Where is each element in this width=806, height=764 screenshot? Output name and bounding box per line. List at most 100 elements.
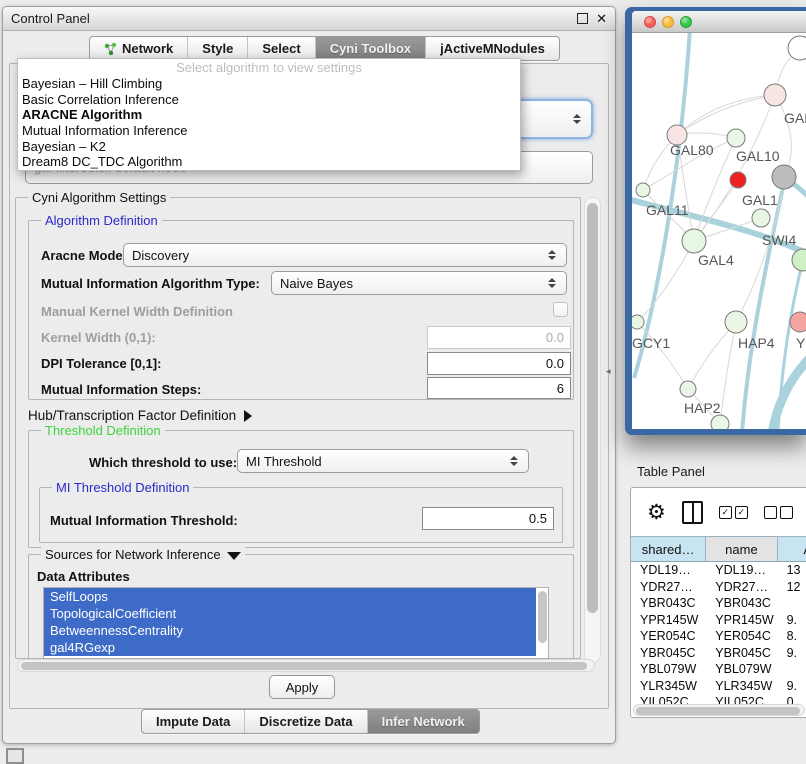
- algorithm-option[interactable]: Bayesian – K2: [18, 139, 520, 155]
- column-header-name[interactable]: name: [706, 537, 777, 561]
- table-toolbar: ⚙ ✓✓: [631, 488, 806, 536]
- algorithm-option[interactable]: Dream8 DC_TDC Algorithm: [18, 154, 520, 170]
- table-cell: YPR145W: [706, 612, 777, 629]
- table-cell: 9.: [778, 678, 806, 695]
- network-node-hap4[interactable]: [725, 311, 747, 333]
- node-table-panel: ⚙ ✓✓ shared…nameA YDL19…YDL19…13YDR27…YDR…: [630, 487, 806, 718]
- table-row[interactable]: YBL079WYBL079W: [631, 661, 806, 678]
- node-label: GAL: [784, 110, 806, 126]
- bottom-tab-impute-data[interactable]: Impute Data: [142, 710, 245, 733]
- close-window-button[interactable]: [644, 16, 656, 28]
- kernel-width-field[interactable]: 0.0: [427, 326, 571, 349]
- table-row[interactable]: YBR045CYBR045C9.: [631, 645, 806, 662]
- column-header-a[interactable]: A: [778, 537, 806, 561]
- scrollbar-thumb[interactable]: [587, 203, 598, 613]
- table-panel-title: Table Panel: [637, 464, 705, 479]
- mi-steps-field[interactable]: 6: [427, 377, 571, 399]
- float-window-icon[interactable]: [577, 13, 588, 24]
- table-header-row: shared…nameA: [631, 536, 806, 562]
- network-node[interactable]: [772, 165, 796, 189]
- tab-select[interactable]: Select: [248, 37, 315, 60]
- scrollbar-thumb[interactable]: [21, 662, 587, 670]
- table-row[interactable]: YBR043CYBR043C: [631, 595, 806, 612]
- sources-group: Sources for Network Inference Data Attri…: [28, 554, 574, 660]
- network-graph: GALGAL80GAL10GAL1GAL11GAL4SWI4GCY1HAP4YH…: [632, 33, 806, 429]
- data-attribute-item[interactable]: BetweennessCentrality: [44, 622, 536, 639]
- mi-threshold-group: MI Threshold Definition Mutual Informati…: [39, 487, 563, 543]
- data-attribute-item[interactable]: TopologicalCoefficient: [44, 605, 536, 622]
- network-node-gal4[interactable]: [682, 229, 706, 253]
- network-node-hap2[interactable]: [680, 381, 696, 397]
- network-node[interactable]: [730, 172, 746, 188]
- network-node-y[interactable]: [790, 312, 806, 332]
- network-node-swi4[interactable]: [792, 249, 806, 271]
- table-cell: [778, 595, 806, 612]
- mi-threshold-field[interactable]: 0.5: [422, 507, 554, 530]
- column-header-shared[interactable]: shared…: [631, 537, 706, 561]
- tab-cyni-toolbox[interactable]: Cyni Toolbox: [316, 37, 426, 60]
- node-label: GAL11: [646, 202, 689, 218]
- table-cell: 8.: [778, 628, 806, 645]
- bottom-tab-label: Impute Data: [156, 714, 230, 729]
- minimize-window-button[interactable]: [662, 16, 674, 28]
- network-canvas[interactable]: GALGAL80GAL10GAL1GAL11GAL4SWI4GCY1HAP4YH…: [632, 33, 806, 429]
- split-columns-icon[interactable]: [682, 501, 703, 524]
- algorithm-option[interactable]: ARACNE Algorithm: [18, 107, 520, 123]
- unchecked-boxes-icon[interactable]: [764, 506, 793, 519]
- manual-kernel-checkbox[interactable]: [553, 302, 568, 317]
- zoom-window-button[interactable]: [680, 16, 692, 28]
- network-node-gal1[interactable]: [752, 209, 770, 227]
- network-node-gal11[interactable]: [636, 183, 650, 197]
- apply-button[interactable]: Apply: [269, 675, 335, 699]
- gear-icon[interactable]: ⚙: [647, 502, 666, 523]
- data-attribute-item[interactable]: gal4RGexp: [44, 639, 536, 656]
- network-edge[interactable]: [677, 95, 775, 135]
- dpi-tolerance-field[interactable]: 0.0: [427, 352, 571, 375]
- table-row[interactable]: YIL052CYIL052C0.: [631, 694, 806, 704]
- network-node[interactable]: [711, 415, 729, 429]
- scrollbar-thumb[interactable]: [636, 707, 800, 715]
- algorithm-option[interactable]: Bayesian – Hill Climbing: [18, 76, 520, 92]
- network-edge[interactable]: [688, 322, 736, 389]
- settings-horizontal-scrollbar[interactable]: [17, 659, 595, 672]
- settings-vertical-scrollbar[interactable]: [584, 197, 601, 663]
- tab-jactivemnodules[interactable]: jActiveMNodules: [426, 37, 559, 60]
- algorithm-option[interactable]: Mutual Information Inference: [18, 123, 520, 139]
- close-panel-icon[interactable]: ✕: [596, 14, 607, 24]
- network-icon: [104, 42, 117, 55]
- tab-network[interactable]: Network: [90, 37, 188, 60]
- table-row[interactable]: YDL19…YDL19…13: [631, 562, 806, 579]
- aracne-mode-combo[interactable]: Discovery: [123, 243, 567, 267]
- table-cell: 12: [778, 579, 806, 596]
- data-attributes-list[interactable]: SelfLoopsTopologicalCoefficientBetweenne…: [43, 587, 549, 659]
- table-row[interactable]: YER054CYER054C8.: [631, 628, 806, 645]
- network-node-gal10[interactable]: [727, 129, 745, 147]
- expand-arrow-icon: [244, 410, 252, 422]
- table-row[interactable]: YLR345WYLR345W9.: [631, 678, 806, 695]
- panel-splitter-handle[interactable]: ◂: [606, 366, 611, 377]
- tab-style[interactable]: Style: [188, 37, 248, 60]
- which-threshold-combo[interactable]: MI Threshold: [237, 449, 529, 473]
- network-node-gal[interactable]: [764, 84, 786, 106]
- list-scrollbar-thumb[interactable]: [538, 591, 547, 643]
- node-label: GCY1: [632, 335, 670, 351]
- sources-group-title[interactable]: Sources for Network Inference: [41, 547, 245, 562]
- bottom-tab-infer-network[interactable]: Infer Network: [368, 710, 479, 733]
- data-attribute-item[interactable]: SelfLoops: [44, 588, 536, 605]
- table-row[interactable]: YDR27…YDR27…12: [631, 579, 806, 596]
- algorithm-dropdown-list: Select algorithm to view settings Bayesi…: [17, 58, 521, 171]
- table-cell: YIL052C: [706, 694, 777, 704]
- table-horizontal-scrollbar[interactable]: [633, 704, 805, 716]
- bottom-tab-discretize-data[interactable]: Discretize Data: [245, 710, 367, 733]
- hub-definition-toggle[interactable]: Hub/Transcription Factor Definition: [28, 408, 252, 423]
- checked-boxes-icon[interactable]: ✓✓: [719, 506, 748, 519]
- node-label: HAP4: [738, 335, 775, 351]
- table-row[interactable]: YPR145WYPR145W9.: [631, 612, 806, 629]
- mi-threshold-label: Mutual Information Threshold:: [50, 513, 238, 528]
- combo-arrows-icon: [548, 278, 558, 288]
- network-edge[interactable]: [637, 241, 694, 322]
- algorithm-option[interactable]: Basic Correlation Inference: [18, 92, 520, 108]
- which-threshold-value: MI Threshold: [246, 454, 322, 469]
- network-node-gcy1[interactable]: [632, 315, 644, 329]
- mi-type-combo[interactable]: Naive Bayes: [271, 271, 567, 295]
